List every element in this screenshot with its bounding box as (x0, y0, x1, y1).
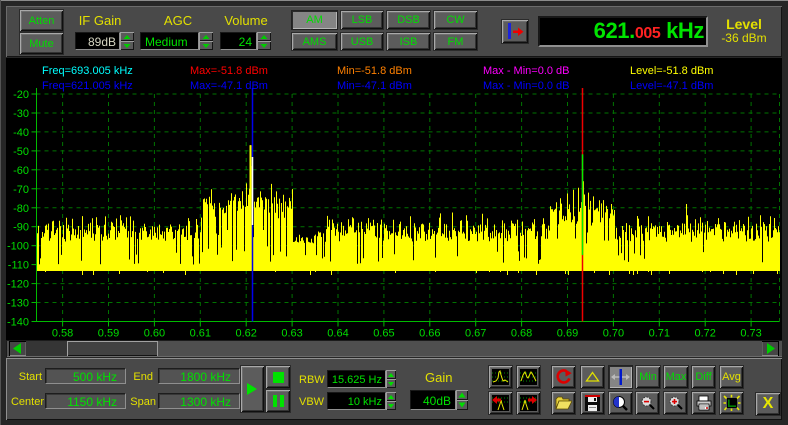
svg-text:Max - Min=0.0 dB: Max - Min=0.0 dB (483, 65, 570, 77)
svg-text:Min=-47.1 dBm: Min=-47.1 dBm (337, 80, 412, 92)
svg-text:0.69: 0.69 (557, 328, 578, 340)
svg-text:0.64: 0.64 (327, 328, 348, 340)
svg-text:-60: -60 (13, 165, 29, 177)
svg-text:0.70: 0.70 (603, 328, 624, 340)
svg-text:0.61: 0.61 (190, 328, 211, 340)
svg-text:Level=-47.1 dBm: Level=-47.1 dBm (630, 80, 713, 92)
svg-text:0.63: 0.63 (281, 328, 302, 340)
svg-text:-40: -40 (13, 127, 29, 139)
svg-text:-100: -100 (7, 241, 29, 253)
svg-text:-20: -20 (13, 89, 29, 101)
svg-text:-120: -120 (7, 279, 29, 291)
svg-text:Max=-47.1 dBm: Max=-47.1 dBm (190, 80, 268, 92)
svg-text:0.72: 0.72 (694, 328, 715, 340)
svg-text:-110: -110 (8, 260, 29, 272)
svg-text:0.60: 0.60 (144, 328, 165, 340)
svg-text:Max - Min=0.0 dB: Max - Min=0.0 dB (483, 80, 570, 92)
svg-text:Max=-51.8 dBm: Max=-51.8 dBm (190, 65, 268, 77)
svg-text:-50: -50 (13, 146, 29, 158)
svg-text:0.66: 0.66 (419, 328, 440, 340)
svg-text:0.73: 0.73 (740, 328, 761, 340)
svg-text:Freq=693.005 kHz: Freq=693.005 kHz (42, 65, 133, 77)
svg-text:Min=-51.8 dBm: Min=-51.8 dBm (337, 65, 412, 77)
svg-text:0.71: 0.71 (649, 328, 670, 340)
svg-text:0.67: 0.67 (465, 328, 486, 340)
svg-text:-140: -140 (7, 317, 29, 329)
svg-text:-80: -80 (13, 203, 29, 215)
svg-text:0.59: 0.59 (98, 328, 119, 340)
svg-text:Level=-51.8 dBm: Level=-51.8 dBm (630, 65, 713, 77)
svg-text:0.65: 0.65 (373, 328, 394, 340)
svg-text:-30: -30 (13, 108, 29, 120)
svg-text:-70: -70 (13, 184, 29, 196)
svg-text:-130: -130 (7, 298, 29, 310)
svg-text:0.58: 0.58 (52, 328, 73, 340)
svg-text:0.62: 0.62 (235, 328, 256, 340)
svg-text:-90: -90 (13, 222, 29, 234)
svg-text:0.68: 0.68 (511, 328, 532, 340)
svg-text:Freq=621.005 kHz: Freq=621.005 kHz (42, 80, 133, 92)
